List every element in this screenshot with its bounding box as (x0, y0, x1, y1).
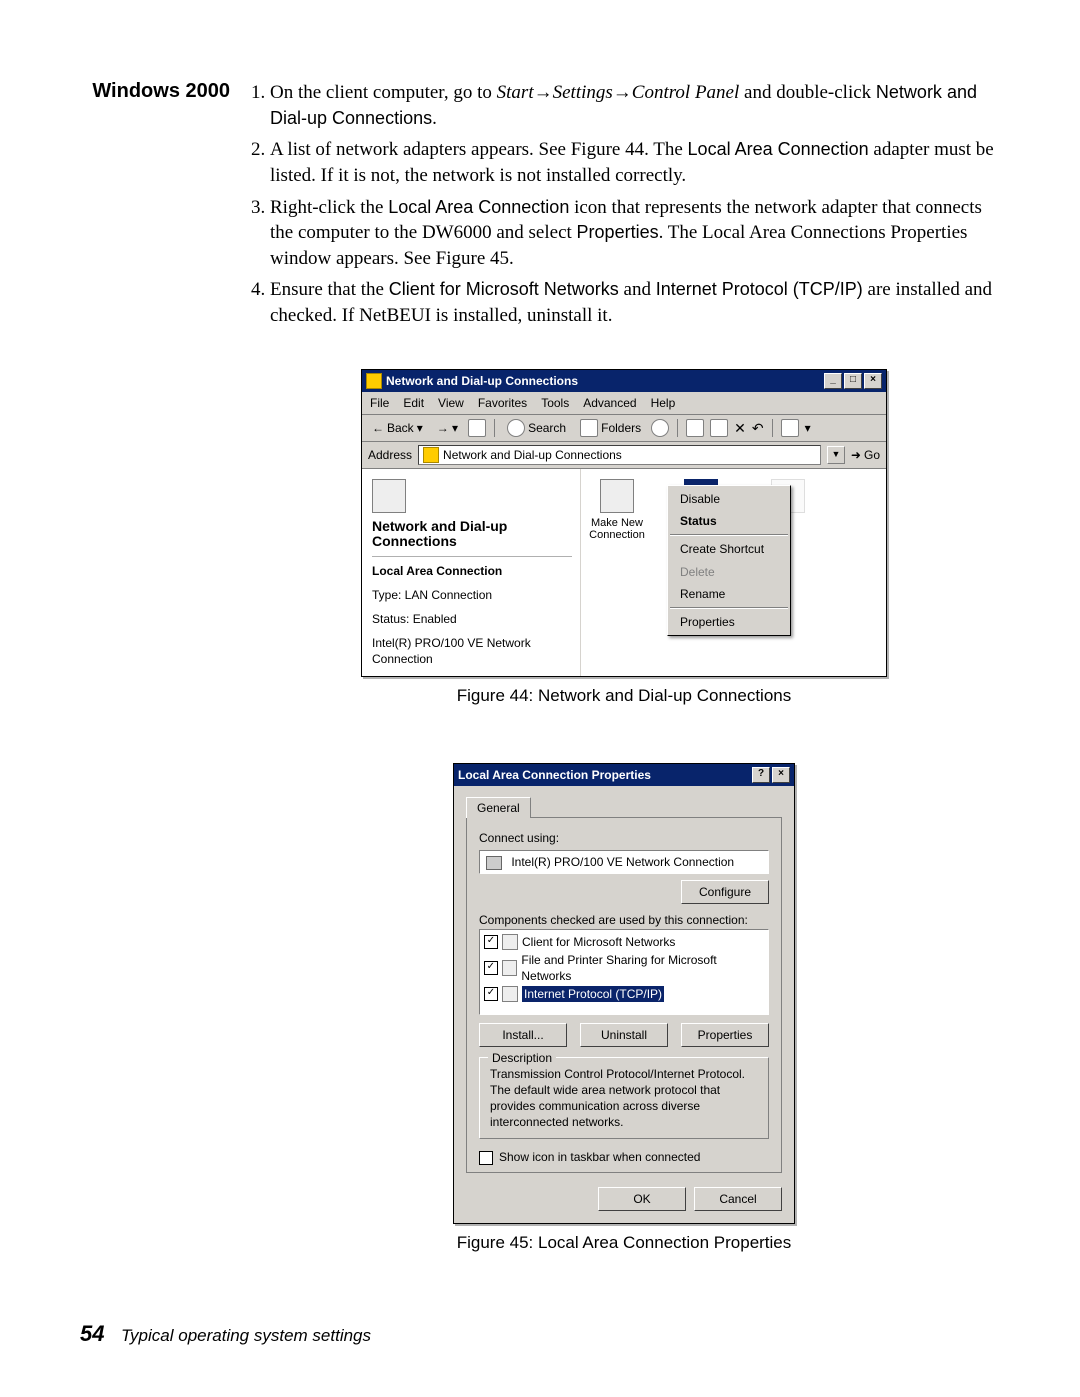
figure-44: Network and Dial-up Connections _ □ × Fi… (248, 369, 1000, 708)
page-number: 54 (80, 1321, 104, 1346)
section-heading: Windows 2000 (80, 80, 230, 1255)
description-group: Transmission Control Protocol/Internet P… (479, 1057, 769, 1140)
connect-using-label: Connect using: (479, 830, 769, 846)
menu-edit[interactable]: Edit (403, 395, 424, 411)
menubar[interactable]: File Edit View Favorites Tools Advanced … (362, 392, 886, 415)
dialog-titlebar[interactable]: Local Area Connection Properties ? × (454, 764, 794, 786)
menu-view[interactable]: View (438, 395, 464, 411)
menu-tools[interactable]: Tools (541, 395, 569, 411)
close-button[interactable]: × (772, 767, 790, 783)
delete-icon[interactable]: ✕ (734, 419, 746, 438)
folder-icon (366, 373, 382, 389)
wizard-icon (600, 479, 634, 513)
step-4: Ensure that the Client for Microsoft Net… (270, 277, 1000, 328)
component-client-ms-networks[interactable]: ✓ Client for Microsoft Networks (484, 934, 764, 950)
figure-44-caption: Figure 44: Network and Dial-up Connectio… (248, 685, 1000, 708)
figure-45: Local Area Connection Properties ? × Gen… (248, 763, 1000, 1255)
info-pane: Network and Dial-up Connections Local Ar… (362, 469, 581, 676)
back-button[interactable]: ← Back ▾ (368, 419, 427, 437)
components-label: Components checked are used by this conn… (479, 912, 769, 928)
go-button[interactable]: ➜ Go (851, 447, 880, 463)
ctx-disable[interactable]: Disable (670, 488, 788, 510)
install-button[interactable]: Install... (479, 1023, 567, 1047)
network-folder-icon (372, 479, 406, 513)
tab-strip: General (466, 796, 782, 818)
help-button[interactable]: ? (752, 767, 770, 783)
nic-icon (486, 856, 502, 870)
context-menu[interactable]: Disable Status Create Shortcut Delete Re… (667, 485, 791, 636)
folder-icon (423, 447, 439, 463)
views-icon[interactable] (781, 419, 799, 437)
step-1: On the client computer, go to Start→Sett… (270, 80, 1000, 131)
window-network-connections: Network and Dial-up Connections _ □ × Fi… (361, 369, 887, 677)
checkbox-icon[interactable]: ✓ (484, 935, 498, 949)
ctx-status[interactable]: Status (670, 510, 788, 532)
step-3: Right-click the Local Area Connection ic… (270, 195, 1000, 272)
ctx-create-shortcut[interactable]: Create Shortcut (670, 538, 788, 560)
address-dropdown-icon[interactable]: ▼ (827, 446, 845, 464)
protocol-icon (502, 986, 518, 1002)
client-icon (502, 934, 518, 950)
address-bar: Address Network and Dial-up Connections … (362, 442, 886, 469)
share-icon (502, 960, 518, 976)
copy-to-icon[interactable] (710, 419, 728, 437)
uninstall-button[interactable]: Uninstall (580, 1023, 668, 1047)
ctx-rename[interactable]: Rename (670, 583, 788, 605)
checkbox-icon[interactable]: ✓ (484, 987, 498, 1001)
folders-icon (580, 419, 598, 437)
checkbox-icon[interactable]: ✓ (484, 961, 498, 975)
page-section-title: Typical operating system settings (121, 1326, 371, 1345)
connect-using-value: Intel(R) PRO/100 VE Network Connection (479, 850, 769, 874)
configure-button[interactable]: Configure (681, 880, 769, 904)
menu-help[interactable]: Help (651, 395, 676, 411)
close-button[interactable]: × (864, 373, 882, 389)
forward-button[interactable]: → ▾ (433, 419, 462, 437)
ctx-properties[interactable]: Properties (670, 611, 788, 633)
description-text: Transmission Control Protocol/Internet P… (490, 1066, 758, 1131)
search-button[interactable]: Search (503, 418, 570, 438)
components-list[interactable]: ✓ Client for Microsoft Networks ✓ File a… (479, 929, 769, 1015)
menu-favorites[interactable]: Favorites (478, 395, 527, 411)
move-to-icon[interactable] (686, 419, 704, 437)
component-tcpip[interactable]: ✓ Internet Protocol (TCP/IP) (484, 986, 764, 1002)
window-titlebar[interactable]: Network and Dial-up Connections _ □ × (362, 370, 886, 392)
figure-45-caption: Figure 45: Local Area Connection Propert… (248, 1232, 1000, 1255)
minimize-button[interactable]: _ (824, 373, 842, 389)
make-new-connection-icon[interactable]: Make NewConnection (589, 479, 645, 541)
page-footer: 54 Typical operating system settings (80, 1321, 371, 1347)
component-file-printer-sharing[interactable]: ✓ File and Printer Sharing for Microsoft… (484, 952, 764, 984)
toolbar: ← Back ▾ → ▾ Search Folders ✕ ↶ ▾ (362, 415, 886, 442)
go-icon: ➜ (851, 447, 861, 463)
history-icon[interactable] (651, 419, 669, 437)
dialog-lac-properties: Local Area Connection Properties ? × Gen… (453, 763, 795, 1224)
cancel-button[interactable]: Cancel (694, 1187, 782, 1211)
show-icon-checkbox[interactable]: Show icon in taskbar when connected (479, 1149, 769, 1165)
step-2: A list of network adapters appears. See … (270, 137, 1000, 188)
address-input[interactable]: Network and Dial-up Connections (418, 445, 821, 465)
tab-general[interactable]: General (466, 797, 531, 818)
properties-button[interactable]: Properties (681, 1023, 769, 1047)
folders-button[interactable]: Folders (576, 418, 645, 438)
ok-button[interactable]: OK (598, 1187, 686, 1211)
menu-file[interactable]: File (370, 395, 389, 411)
maximize-button[interactable]: □ (844, 373, 862, 389)
undo-icon[interactable]: ↶ (752, 419, 764, 438)
search-icon (507, 419, 525, 437)
checkbox-icon[interactable] (479, 1151, 493, 1165)
address-label: Address (368, 447, 412, 463)
menu-advanced[interactable]: Advanced (583, 395, 636, 411)
ctx-delete: Delete (670, 561, 788, 583)
up-icon[interactable] (468, 419, 486, 437)
